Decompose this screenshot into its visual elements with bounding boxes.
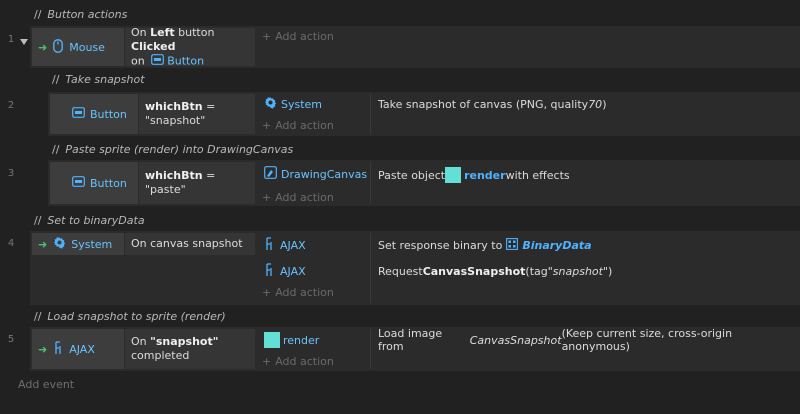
- add-action-button[interactable]: + Add action: [262, 191, 334, 204]
- object-name: Mouse: [69, 40, 105, 54]
- object-name: DrawingCanvas: [281, 167, 368, 181]
- add-action-button[interactable]: + Add action: [262, 119, 334, 132]
- divider: [370, 329, 371, 369]
- condition-text[interactable]: On Left button Clicked on Button: [125, 26, 255, 69]
- condition-text[interactable]: whichBtn = "snapshot": [139, 94, 255, 134]
- object-name: System: [281, 97, 323, 111]
- condition-object-button[interactable]: Button: [50, 162, 138, 204]
- object-name: System: [71, 237, 113, 251]
- add-action-button[interactable]: + Add action: [262, 286, 334, 299]
- add-event-button[interactable]: Add event: [18, 378, 74, 391]
- condition-text[interactable]: On canvas snapshot: [125, 233, 255, 255]
- comment-button-actions[interactable]: //Button actions: [34, 5, 127, 25]
- object-name: render: [283, 333, 320, 347]
- condition-object-mouse[interactable]: ➜ Mouse: [32, 28, 124, 66]
- event-number: 2: [7, 100, 15, 111]
- action-text[interactable]: Load image from CanvasSnapshot (Keep cur…: [378, 327, 800, 353]
- object-name: Button: [90, 176, 127, 190]
- gear-icon: [53, 236, 66, 252]
- trigger-arrow-icon: ➜: [38, 237, 48, 251]
- action-ajax-1[interactable]: AJAX: [264, 236, 306, 254]
- trigger-arrow-icon: ➜: [38, 40, 48, 54]
- action-ajax-2[interactable]: AJAX: [264, 262, 306, 280]
- object-name: Button: [90, 107, 127, 121]
- event-number: 4: [7, 238, 15, 249]
- condition-text[interactable]: On "snapshot" completed: [125, 329, 255, 369]
- action-text[interactable]: Paste object render with effects: [378, 166, 570, 184]
- event-number: 3: [7, 168, 15, 179]
- object-name: AJAX: [69, 342, 95, 356]
- collapse-toggle-icon[interactable]: [20, 39, 28, 45]
- ajax-icon: [264, 262, 274, 280]
- ajax-icon: [53, 340, 63, 358]
- trigger-arrow-icon: ➜: [38, 342, 48, 356]
- sprite-thumbnail-icon: [445, 167, 462, 183]
- event-sheet: { "comments": { "c1": "Button actions", …: [0, 0, 800, 414]
- condition-object-button[interactable]: Button: [50, 94, 138, 134]
- object-name: AJAX: [280, 264, 306, 278]
- action-drawingcanvas[interactable]: DrawingCanvas: [264, 166, 367, 182]
- action-system-snapshot[interactable]: System: [264, 96, 322, 112]
- button-icon: [72, 176, 85, 190]
- condition-text[interactable]: whichBtn = "paste": [139, 162, 255, 204]
- event-number: 1: [7, 34, 15, 45]
- divider: [370, 162, 371, 204]
- gear-icon: [264, 96, 277, 112]
- button-icon: [72, 107, 85, 121]
- comment-paste-sprite[interactable]: //Paste sprite (render) into DrawingCanv…: [52, 140, 293, 160]
- object-name: AJAX: [280, 238, 306, 252]
- comment-take-snapshot[interactable]: //Take snapshot: [52, 70, 145, 90]
- action-render[interactable]: render: [264, 331, 319, 349]
- ajax-icon: [264, 236, 274, 254]
- condition-object-ajax[interactable]: ➜ AJAX: [32, 329, 124, 369]
- action-text[interactable]: Request CanvasSnapshot (tag "snapshot"): [378, 263, 612, 279]
- binary-data-icon: [506, 237, 519, 253]
- sprite-thumbnail-icon: [264, 332, 280, 348]
- action-text[interactable]: Take snapshot of canvas (PNG, quality 70…: [378, 96, 606, 112]
- comment-set-binary[interactable]: //Set to binaryData: [34, 211, 145, 231]
- button-icon: [151, 53, 165, 69]
- mouse-icon: [53, 38, 64, 56]
- drawing-canvas-icon: [264, 166, 277, 182]
- add-action-button[interactable]: + Add action: [262, 355, 334, 368]
- divider: [370, 94, 371, 134]
- comment-load-snapshot[interactable]: //Load snapshot to sprite (render): [34, 307, 226, 327]
- event-number: 5: [7, 334, 15, 345]
- add-action-button[interactable]: + Add action: [262, 30, 334, 43]
- condition-object-system[interactable]: ➜ System: [32, 233, 124, 255]
- divider: [370, 233, 371, 303]
- action-text[interactable]: Set response binary to BinaryData: [378, 237, 592, 253]
